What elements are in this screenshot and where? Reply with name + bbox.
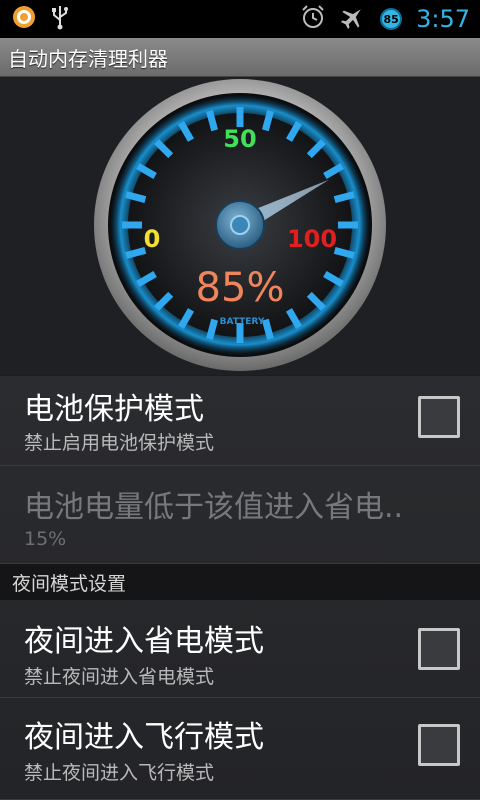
night-airplane-title: 夜间进入飞行模式 xyxy=(24,720,264,755)
gauge-label-0: 0 xyxy=(144,225,161,253)
night-power-save-row[interactable]: 夜间进入省电模式 禁止夜间进入省电模式 xyxy=(0,600,480,698)
status-clock: 3:57 xyxy=(416,5,470,33)
night-mode-section-header: 夜间模式设置 xyxy=(0,564,480,600)
gauge-tick xyxy=(125,246,147,259)
status-bar: 85 3:57 xyxy=(0,0,480,38)
low-battery-threshold-value: 15% xyxy=(24,528,67,550)
app-title: 自动内存清理利器 xyxy=(8,46,168,71)
gauge-caption: BATTERY xyxy=(220,317,265,327)
battery-percent: 85% xyxy=(196,265,285,311)
battery-protect-mode-row[interactable]: 电池保护模式 禁止启用电池保护模式 xyxy=(0,376,480,466)
title-bar: 自动内存清理利器 xyxy=(0,38,480,77)
night-airplane-checkbox[interactable] xyxy=(418,724,460,766)
night-mode-section-title: 夜间模式设置 xyxy=(12,572,127,595)
low-battery-threshold-row: 电池电量低于该值进入省电.. 15% xyxy=(0,466,480,564)
night-power-save-title: 夜间进入省电模式 xyxy=(24,624,264,659)
gauge-tick xyxy=(206,110,219,132)
night-power-save-summary: 禁止夜间进入省电模式 xyxy=(24,666,215,688)
settings-list: 电池保护模式 禁止启用电池保护模式 电池电量低于该值进入省电.. 15% 夜间模… xyxy=(0,376,480,800)
battery-gauge: 50 0 100 85% BATTERY xyxy=(94,79,386,371)
gauge-label-50: 50 xyxy=(223,125,256,153)
airplane-mode-icon xyxy=(340,4,366,34)
battery-gauge-panel: 50 0 100 85% BATTERY xyxy=(0,77,480,375)
battery-protect-mode-title: 电池保护模式 xyxy=(24,392,204,427)
night-airplane-row[interactable]: 夜间进入飞行模式 禁止夜间进入飞行模式 xyxy=(0,698,480,800)
alarm-icon xyxy=(300,4,326,34)
low-battery-threshold-title: 电池电量低于该值进入省电.. xyxy=(24,490,404,525)
battery-protect-mode-summary: 禁止启用电池保护模式 xyxy=(24,432,215,454)
night-airplane-summary: 禁止夜间进入飞行模式 xyxy=(24,762,215,784)
battery-protect-mode-checkbox[interactable] xyxy=(418,396,460,438)
usb-icon xyxy=(50,4,70,34)
gauge-hub-center xyxy=(230,215,250,235)
gauge-label-100: 100 xyxy=(287,225,337,253)
night-power-save-checkbox[interactable] xyxy=(418,628,460,670)
battery-badge-icon: 85 xyxy=(380,8,403,30)
app-notification-icon xyxy=(12,5,36,33)
